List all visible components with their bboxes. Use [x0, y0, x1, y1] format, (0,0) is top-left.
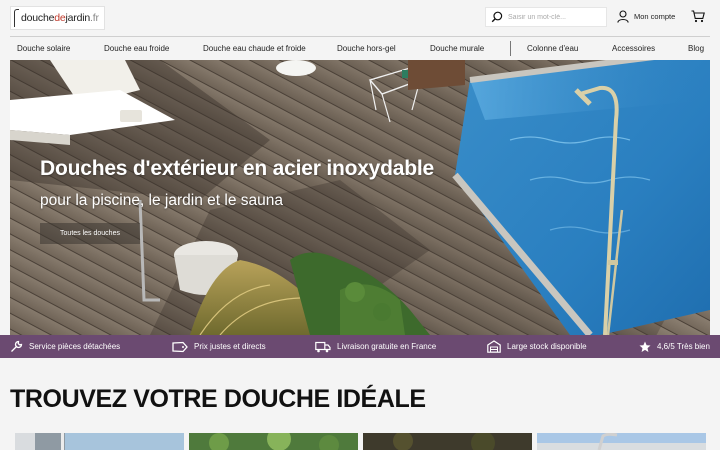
hero-title: Douches d'extérieur en acier inoxydable [40, 157, 435, 180]
cart-button[interactable] [691, 10, 705, 28]
product-cards [15, 433, 706, 450]
account-link[interactable]: Mon compte [617, 10, 675, 23]
nav-item-douche-eau-froide[interactable]: Douche eau froide [104, 44, 169, 53]
account-label: Mon compte [634, 12, 676, 21]
benefit-label: Livraison gratuite en France [337, 342, 437, 351]
nav-item-colonne-eau[interactable]: Colonne d'eau [527, 44, 578, 53]
search-input[interactable] [508, 13, 603, 21]
truck-icon [315, 341, 331, 352]
benefits-bar: Service pièces détachées Prix justes et … [0, 335, 720, 358]
shower-logo-icon [14, 9, 19, 27]
site-logo[interactable]: douchedejardin.fr [10, 6, 105, 30]
hero-banner: Douches d'extérieur en acier inoxydable … [10, 60, 710, 335]
category-card-image [537, 433, 706, 450]
site-header: douchedejardin.fr Mon compte [0, 0, 720, 36]
star-icon [639, 341, 651, 352]
benefit-large-stock: Large stock disponible [487, 335, 587, 358]
benefit-spare-parts: Service pièces détachées [10, 335, 120, 358]
warehouse-icon [487, 340, 501, 353]
benefit-label: Service pièces détachées [29, 342, 121, 351]
user-icon [617, 10, 629, 23]
category-card[interactable] [189, 433, 358, 450]
search-icon[interactable] [491, 11, 503, 23]
tag-icon [172, 341, 188, 352]
category-card[interactable] [363, 433, 532, 450]
all-showers-button[interactable]: Toutes les douches [40, 223, 140, 244]
nav-item-douche-hors-gel[interactable]: Douche hors-gel [337, 44, 396, 53]
wrench-icon [11, 340, 23, 352]
search-bar[interactable] [485, 7, 607, 27]
category-card-image [363, 433, 532, 450]
benefit-rating: 4,6/5 Très bien [639, 335, 710, 358]
section-title: TROUVEZ VOTRE DOUCHE IDÉALE [10, 385, 426, 413]
nav-item-douche-solaire[interactable]: Douche solaire [17, 44, 70, 53]
main-nav: Douche solaire Douche eau froide Douche … [10, 36, 710, 60]
benefit-free-delivery: Livraison gratuite en France [315, 335, 436, 358]
category-card-image [189, 433, 358, 450]
hero-subtitle: pour la piscine, le jardin et le sauna [40, 192, 283, 209]
nav-item-blog[interactable]: Blog [688, 44, 704, 53]
nav-item-accessoires[interactable]: Accessoires [612, 44, 655, 53]
nav-divider [510, 41, 511, 56]
benefit-fair-prices: Prix justes et directs [172, 335, 266, 358]
category-card-image [15, 433, 184, 450]
benefit-label: 4,6/5 Très bien [657, 342, 710, 351]
benefit-label: Large stock disponible [507, 342, 587, 351]
category-card[interactable] [15, 433, 184, 450]
cart-icon [691, 10, 705, 23]
category-card[interactable] [537, 433, 706, 450]
logo-text: douchedejardin.fr [21, 12, 99, 24]
nav-item-douche-eau-chaude-et-froide[interactable]: Douche eau chaude et froide [203, 44, 306, 53]
benefit-label: Prix justes et directs [194, 342, 266, 351]
nav-item-douche-murale[interactable]: Douche murale [430, 44, 484, 53]
